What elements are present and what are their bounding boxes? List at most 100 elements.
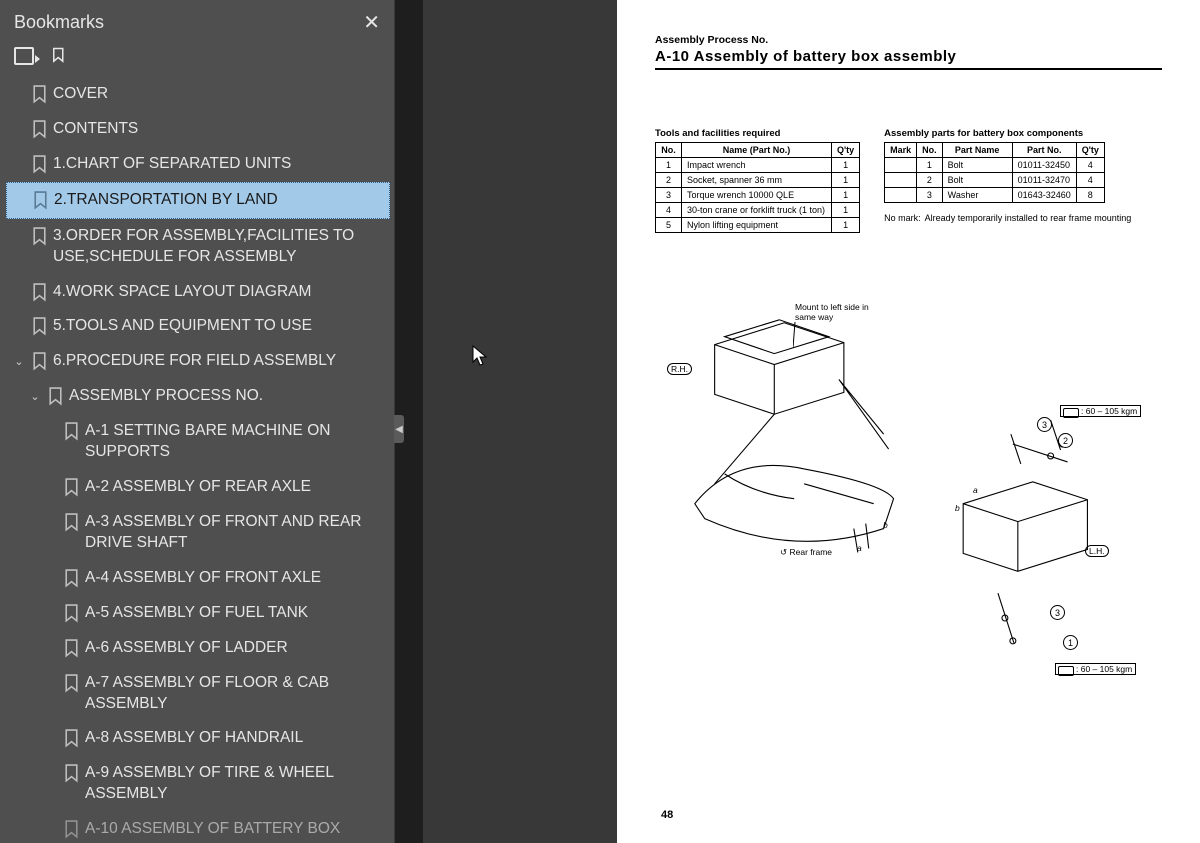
bookmark-item[interactable]: A-8 ASSEMBLY OF HANDRAIL (6, 721, 390, 756)
tools-block: Tools and facilities required No. Name (… (655, 128, 860, 233)
bookmark-item[interactable]: 4.WORK SPACE LAYOUT DIAGRAM (6, 275, 390, 310)
table-row: 2Socket, spanner 36 mm1 (656, 173, 860, 188)
chevron-down-icon[interactable]: ⌄ (28, 390, 42, 405)
chevron-down-icon[interactable]: ⌄ (12, 355, 26, 370)
bookmark-item[interactable]: ⌄ 6.PROCEDURE FOR FIELD ASSEMBLY (6, 344, 390, 379)
col-partno: Part No. (1012, 143, 1076, 158)
bookmark-item[interactable]: COVER (6, 77, 390, 112)
bookmark-icon (64, 729, 79, 748)
bookmark-icon (64, 604, 79, 623)
bookmark-label: A-7 ASSEMBLY OF FLOOR & CAB ASSEMBLY (85, 673, 384, 715)
table-row: 2Bolt01011-324704 (885, 173, 1105, 188)
section-title: A-10 Assembly of battery box assembly (655, 48, 1162, 70)
bookmark-item[interactable]: ⌄ ASSEMBLY PROCESS NO. (6, 379, 390, 414)
bookmark-item[interactable]: A-6 ASSEMBLY OF LADDER (6, 631, 390, 666)
bookmark-icon (32, 317, 47, 336)
bookmark-item[interactable]: 5.TOOLS AND EQUIPMENT TO USE (6, 309, 390, 344)
col-no: No. (917, 143, 943, 158)
table-row: 430-ton crane or forklift truck (1 ton)1 (656, 203, 860, 218)
bookmark-item[interactable]: A-9 ASSEMBLY OF TIRE & WHEEL ASSEMBLY (6, 756, 390, 812)
bookmark-label: A-1 SETTING BARE MACHINE ON SUPPORTS (85, 421, 384, 463)
bookmark-label: 1.CHART OF SEPARATED UNITS (53, 154, 384, 175)
bookmark-label: 6.PROCEDURE FOR FIELD ASSEMBLY (53, 351, 384, 372)
bookmarks-sidebar: Bookmarks ✕ COVER CONTENTS 1.CHART OF SE… (0, 0, 395, 843)
callout-letter-b: b (955, 503, 960, 513)
callout-letter-b: b (883, 520, 888, 530)
bookmark-icon (64, 569, 79, 588)
collapse-handle-icon[interactable]: ◀ (394, 415, 404, 443)
bookmark-item[interactable]: A-5 ASSEMBLY OF FUEL TANK (6, 596, 390, 631)
nomarks-note: No mark: Already temporarily installed t… (884, 213, 1131, 223)
sidebar-divider: ◀ (395, 0, 423, 843)
bookmark-label: 3.ORDER FOR ASSEMBLY,FACILITIES TO USE,S… (53, 226, 384, 268)
bookmark-icon (32, 120, 47, 139)
table-row: 3Washer01643-324608 (885, 188, 1105, 203)
bookmark-label: A-6 ASSEMBLY OF LADDER (85, 638, 384, 659)
col-name: Part Name (942, 143, 1012, 158)
table-row: 5Nylon lifting equipment1 (656, 218, 860, 233)
outline-options-icon[interactable] (14, 47, 34, 65)
find-bookmark-icon[interactable] (50, 47, 68, 65)
bookmark-icon (64, 478, 79, 497)
bookmark-label: A-9 ASSEMBLY OF TIRE & WHEEL ASSEMBLY (85, 763, 384, 805)
bookmark-label: CONTENTS (53, 119, 384, 140)
bookmark-item[interactable]: A-7 ASSEMBLY OF FLOOR & CAB ASSEMBLY (6, 666, 390, 722)
bookmark-icon (64, 639, 79, 658)
bookmark-item[interactable]: A-4 ASSEMBLY OF FRONT AXLE (6, 561, 390, 596)
callout-letter-a: a (973, 485, 978, 495)
sidebar-toolbar (0, 43, 394, 77)
bookmark-item[interactable]: 2.TRANSPORTATION BY LAND (6, 182, 390, 219)
bookmark-icon (32, 283, 47, 302)
bookmark-label: A-10 ASSEMBLY OF BATTERY BOX (85, 819, 384, 840)
bookmark-item[interactable]: A-10 ASSEMBLY OF BATTERY BOX (6, 812, 390, 843)
bookmark-label: COVER (53, 84, 384, 105)
col-mark: Mark (885, 143, 917, 158)
bookmark-item[interactable]: A-1 SETTING BARE MACHINE ON SUPPORTS (6, 414, 390, 470)
leader-line (793, 320, 843, 350)
bookmark-icon (32, 155, 47, 174)
callout-rh: R.H. (667, 363, 692, 375)
bookmark-label: A-8 ASSEMBLY OF HANDRAIL (85, 728, 384, 749)
bookmark-label: A-2 ASSEMBLY OF REAR AXLE (85, 477, 384, 498)
callout-circle: 2 (1058, 433, 1073, 448)
bookmark-item[interactable]: 3.ORDER FOR ASSEMBLY,FACILITIES TO USE,S… (6, 219, 390, 275)
parts-table: Mark No. Part Name Part No. Q'ty 1Bolt01… (884, 142, 1105, 203)
table-row: 1Bolt01011-324504 (885, 158, 1105, 173)
callout-circle: 3 (1037, 417, 1052, 432)
bookmark-icon (32, 352, 47, 371)
bookmark-item[interactable]: CONTENTS (6, 112, 390, 147)
bookmark-label: 2.TRANSPORTATION BY LAND (54, 190, 383, 211)
bookmark-icon (48, 387, 63, 406)
page-number: 48 (661, 809, 673, 821)
bookmark-label: 5.TOOLS AND EQUIPMENT TO USE (53, 316, 384, 337)
callout-letter-a: a (857, 543, 862, 553)
tools-table: No. Name (Part No.) Q'ty 1Impact wrench1… (655, 142, 860, 233)
nomarks-key: No mark: (884, 213, 921, 223)
bookmark-icon (64, 674, 79, 693)
bookmark-icon (32, 227, 47, 246)
bookmark-item[interactable]: 1.CHART OF SEPARATED UNITS (6, 147, 390, 182)
callout-circle: 3 (1050, 605, 1065, 620)
bookmark-label: A-4 ASSEMBLY OF FRONT AXLE (85, 568, 384, 589)
close-icon[interactable]: ✕ (363, 10, 380, 35)
torque-label: : 60 – 105 kgm (1060, 405, 1141, 417)
bookmark-icon (33, 191, 48, 210)
table-row: 3Torque wrench 10000 QLE1 (656, 188, 860, 203)
bookmark-item[interactable]: A-3 ASSEMBLY OF FRONT AND REAR DRIVE SHA… (6, 505, 390, 561)
torque-label: : 60 – 105 kgm (1055, 663, 1136, 675)
parts-caption: Assembly parts for battery box component… (884, 128, 1131, 139)
nomarks-val: Already temporarily installed to rear fr… (925, 213, 1132, 223)
bookmark-item[interactable]: A-2 ASSEMBLY OF REAR AXLE (6, 470, 390, 505)
bookmark-label: A-3 ASSEMBLY OF FRONT AND REAR DRIVE SHA… (85, 512, 384, 554)
callout-circle: 1 (1063, 635, 1078, 650)
callout-rearframe: ↺ Rear frame (780, 547, 832, 558)
bookmark-icon (64, 764, 79, 783)
document-viewport[interactable]: Assembly Process No. A-10 Assembly of ba… (423, 0, 1200, 843)
bookmarks-list[interactable]: COVER CONTENTS 1.CHART OF SEPARATED UNIT… (0, 77, 394, 843)
bookmark-icon (32, 85, 47, 104)
sidebar-header: Bookmarks ✕ (0, 0, 394, 43)
exploded-diagram: Mount to left side in same way R.H. L.H.… (655, 285, 1162, 695)
pdf-page: Assembly Process No. A-10 Assembly of ba… (617, 0, 1200, 843)
callout-lh: L.H. (1085, 545, 1109, 557)
bookmark-icon (64, 513, 79, 532)
